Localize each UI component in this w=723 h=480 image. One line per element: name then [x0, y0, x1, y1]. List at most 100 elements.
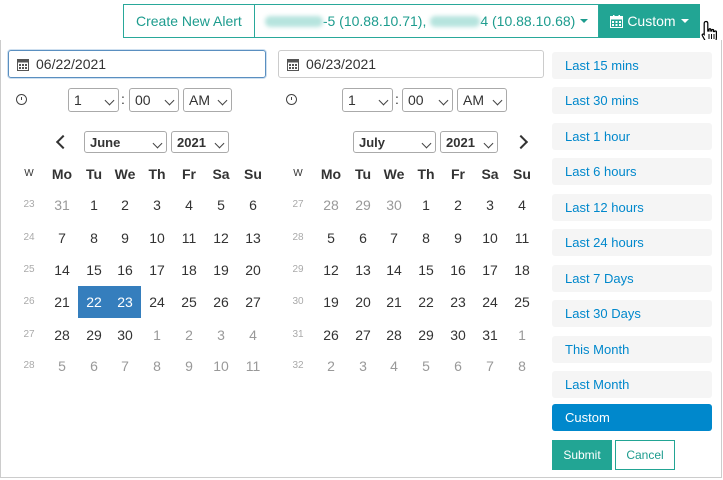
calendar-day[interactable]: 3	[205, 319, 237, 351]
calendar-day[interactable]: 15	[78, 254, 110, 286]
start-month-select[interactable]: June	[84, 131, 167, 153]
calendar-day[interactable]: 11	[237, 350, 269, 382]
calendar-day[interactable]: 21	[378, 286, 410, 318]
calendar-day[interactable]: 6	[237, 189, 269, 221]
end-date-field[interactable]: 06/23/2021	[278, 50, 544, 78]
calendar-day[interactable]: 18	[506, 254, 538, 286]
calendar-day[interactable]: 27	[347, 319, 379, 351]
end-minute-select[interactable]: 00	[402, 88, 453, 112]
range-option[interactable]: Last 1 hour	[552, 123, 712, 150]
start-year-select[interactable]: 2021	[171, 131, 229, 153]
calendar-day[interactable]: 10	[474, 222, 506, 254]
calendar-day[interactable]: 8	[78, 222, 110, 254]
calendar-day[interactable]: 7	[46, 222, 78, 254]
calendar-day[interactable]: 7	[378, 222, 410, 254]
calendar-day[interactable]: 2	[315, 350, 347, 382]
calendar-day[interactable]: 14	[46, 254, 78, 286]
end-hour-select[interactable]: 1	[342, 88, 393, 112]
calendar-day[interactable]: 28	[378, 319, 410, 351]
calendar-day[interactable]: 29	[78, 319, 110, 351]
calendar-day[interactable]: 28	[46, 319, 78, 351]
calendar-day[interactable]: 19	[315, 286, 347, 318]
calendar-day[interactable]: 7	[474, 350, 506, 382]
calendar-day[interactable]: 13	[237, 222, 269, 254]
calendar-day[interactable]: 20	[237, 254, 269, 286]
calendar-day[interactable]: 24	[474, 286, 506, 318]
start-ampm-select[interactable]: AM	[183, 88, 232, 112]
calendar-day[interactable]: 8	[141, 350, 173, 382]
calendar-day[interactable]: 11	[506, 222, 538, 254]
calendar-day[interactable]: 19	[205, 254, 237, 286]
hosts-dropdown[interactable]: -5 (10.88.10.71), 4 (10.88.10.68)	[254, 4, 600, 38]
calendar-day[interactable]: 7	[109, 350, 141, 382]
calendar-day[interactable]: 1	[410, 189, 442, 221]
calendar-day[interactable]: 9	[109, 222, 141, 254]
calendar-day[interactable]: 2	[109, 189, 141, 221]
end-year-select[interactable]: 2021	[440, 131, 498, 153]
range-option[interactable]: Last 7 Days	[552, 265, 712, 292]
calendar-day[interactable]: 4	[237, 319, 269, 351]
range-option[interactable]: Last Month	[552, 371, 712, 398]
calendar-day[interactable]: 16	[442, 254, 474, 286]
calendar-day[interactable]: 26	[205, 286, 237, 318]
calendar-day[interactable]: 31	[474, 319, 506, 351]
calendar-day[interactable]: 4	[173, 189, 205, 221]
start-minute-select[interactable]: 00	[129, 88, 179, 112]
start-date-field[interactable]: 06/22/2021	[8, 50, 266, 78]
calendar-day[interactable]: 3	[347, 350, 379, 382]
calendar-day[interactable]: 4	[378, 350, 410, 382]
calendar-day[interactable]: 21	[46, 286, 78, 318]
range-option[interactable]: Last 30 mins	[552, 87, 712, 114]
calendar-day[interactable]: 1	[506, 319, 538, 351]
cancel-button[interactable]: Cancel	[615, 440, 675, 470]
range-option[interactable]: Last 15 mins	[552, 52, 712, 79]
calendar-day[interactable]: 1	[78, 189, 110, 221]
calendar-day[interactable]: 15	[410, 254, 442, 286]
calendar-day[interactable]: 23	[442, 286, 474, 318]
calendar-day[interactable]: 30	[109, 319, 141, 351]
calendar-day[interactable]: 2	[173, 319, 205, 351]
calendar-day[interactable]: 28	[315, 189, 347, 221]
calendar-day[interactable]: 9	[442, 222, 474, 254]
calendar-day[interactable]: 16	[109, 254, 141, 286]
calendar-day[interactable]: 29	[347, 189, 379, 221]
calendar-day[interactable]: 6	[347, 222, 379, 254]
calendar-day[interactable]: 4	[506, 189, 538, 221]
calendar-day[interactable]: 29	[410, 319, 442, 351]
custom-range-button[interactable]: Custom	[599, 4, 700, 38]
calendar-day[interactable]: 25	[506, 286, 538, 318]
create-alert-button[interactable]: Create New Alert	[123, 4, 255, 38]
end-month-select[interactable]: July	[353, 131, 436, 153]
calendar-day[interactable]: 5	[46, 350, 78, 382]
calendar-day[interactable]: 10	[141, 222, 173, 254]
calendar-day[interactable]: 30	[378, 189, 410, 221]
calendar-day[interactable]: 27	[237, 286, 269, 318]
submit-button[interactable]: Submit	[552, 440, 612, 470]
range-option[interactable]: This Month	[552, 336, 712, 363]
calendar-day[interactable]: 3	[141, 189, 173, 221]
calendar-day[interactable]: 23	[109, 286, 141, 318]
calendar-day[interactable]: 9	[173, 350, 205, 382]
calendar-day[interactable]: 1	[141, 319, 173, 351]
calendar-day[interactable]: 11	[173, 222, 205, 254]
calendar-day[interactable]: 8	[506, 350, 538, 382]
calendar-day[interactable]: 12	[205, 222, 237, 254]
calendar-day[interactable]: 10	[205, 350, 237, 382]
calendar-day[interactable]: 12	[315, 254, 347, 286]
calendar-day[interactable]: 24	[141, 286, 173, 318]
range-option[interactable]: Last 30 Days	[552, 300, 712, 327]
range-option[interactable]: Last 24 hours	[552, 229, 712, 256]
end-ampm-select[interactable]: AM	[457, 88, 507, 112]
range-option[interactable]: Last 12 hours	[552, 194, 712, 221]
calendar-day[interactable]: 8	[410, 222, 442, 254]
range-option[interactable]: Last 6 hours	[552, 158, 712, 185]
calendar-day[interactable]: 6	[442, 350, 474, 382]
calendar-day[interactable]: 5	[315, 222, 347, 254]
calendar-day[interactable]: 20	[347, 286, 379, 318]
calendar-day[interactable]: 18	[173, 254, 205, 286]
calendar-day[interactable]: 3	[474, 189, 506, 221]
start-hour-select[interactable]: 1	[68, 88, 119, 112]
calendar-day[interactable]: 13	[347, 254, 379, 286]
calendar-day[interactable]: 22	[410, 286, 442, 318]
calendar-day[interactable]: 17	[474, 254, 506, 286]
